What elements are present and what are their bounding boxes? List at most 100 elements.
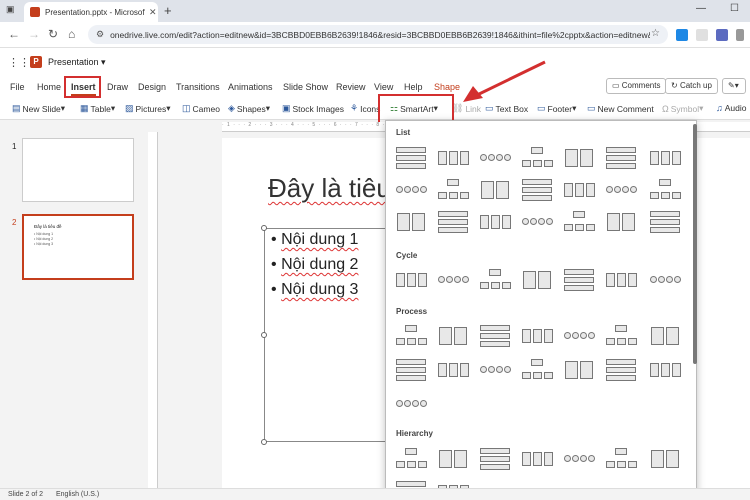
smartart-layout-option[interactable]	[520, 177, 554, 203]
audio-button[interactable]: ♫ Audio	[716, 103, 747, 113]
document-title[interactable]: Presentation ▾	[48, 57, 106, 68]
smartart-layout-option[interactable]	[478, 323, 512, 349]
slide-thumbnail-2[interactable]: Đây là tiêu đề • Nội dung 1 • Nội dung 2…	[22, 214, 134, 280]
extension-shield-icon[interactable]	[716, 29, 728, 41]
new-tab-button[interactable]: +	[164, 3, 172, 18]
minimize-button[interactable]: —	[696, 3, 706, 14]
tab-slide-show[interactable]: Slide Show	[283, 82, 328, 92]
smartart-layout-option[interactable]	[648, 323, 682, 349]
smartart-layout-option[interactable]	[520, 323, 554, 349]
smartart-layout-option[interactable]	[604, 177, 638, 203]
smartart-layout-option[interactable]	[436, 209, 470, 235]
smartart-layout-option[interactable]	[562, 446, 596, 472]
tab-transitions[interactable]: Transitions	[176, 82, 220, 92]
smartart-layout-option[interactable]	[436, 177, 470, 203]
extension-icon[interactable]	[696, 29, 708, 41]
smartart-layout-option[interactable]	[436, 323, 470, 349]
extension-more-icon[interactable]	[736, 29, 744, 41]
more-options-button[interactable]: ✎▾	[722, 78, 746, 94]
tab-close-icon[interactable]: ✕	[149, 7, 157, 18]
new-comment-button[interactable]: ▭ New Comment	[587, 103, 654, 114]
smartart-layout-option[interactable]	[394, 323, 428, 349]
bookmark-star-icon[interactable]: ☆	[651, 28, 660, 39]
smartart-layout-option[interactable]	[604, 145, 638, 171]
table-button[interactable]: ▦ Table ▾	[80, 103, 115, 114]
browser-tab[interactable]: Presentation.pptx - Microsoft P ✕	[24, 2, 158, 22]
smartart-layout-option[interactable]	[648, 145, 682, 171]
smartart-layout-option[interactable]	[394, 267, 428, 293]
bullet-item-2[interactable]: • Nội dung 2	[271, 256, 358, 274]
cameo-button[interactable]: ◫ Cameo	[182, 103, 220, 114]
smartart-layout-option[interactable]	[394, 391, 428, 417]
icons-button[interactable]: ⚘ Icons	[350, 103, 380, 114]
bullet-item-3[interactable]: • Nội dung 3	[271, 281, 358, 299]
tab-draw[interactable]: Draw	[107, 82, 128, 92]
tab-animations[interactable]: Animations	[228, 82, 273, 92]
smartart-layout-option[interactable]	[520, 357, 554, 383]
smartart-layout-option[interactable]	[478, 446, 512, 472]
smartart-layout-option[interactable]	[562, 145, 596, 171]
extension-download-icon[interactable]	[676, 29, 688, 41]
smartart-layout-option[interactable]	[394, 177, 428, 203]
tab-list-icon[interactable]: ▣	[6, 4, 15, 15]
smartart-layout-option[interactable]	[648, 357, 682, 383]
smartart-layout-option[interactable]	[562, 267, 596, 293]
maximize-button[interactable]: ☐	[730, 3, 739, 14]
smartart-layout-option[interactable]	[562, 357, 596, 383]
back-icon[interactable]: ←	[8, 27, 20, 41]
site-info-icon[interactable]: ⚙	[96, 29, 104, 40]
smartart-layout-option[interactable]	[604, 267, 638, 293]
smartart-layout-option[interactable]	[520, 145, 554, 171]
smartart-layout-option[interactable]	[520, 267, 554, 293]
reload-icon[interactable]: ↻	[48, 27, 58, 41]
new-slide-button[interactable]: ▤ New Slide ▾	[12, 103, 65, 114]
smartart-layout-option[interactable]	[520, 209, 554, 235]
bullet-item-1[interactable]: • Nội dung 1	[271, 231, 358, 249]
resize-handle[interactable]	[261, 225, 267, 231]
smartart-layout-option[interactable]	[648, 446, 682, 472]
tab-home[interactable]: Home	[37, 82, 61, 92]
smartart-layout-option[interactable]	[478, 357, 512, 383]
smartart-layout-option[interactable]	[562, 177, 596, 203]
slide-title[interactable]: Đây là tiêu	[268, 173, 391, 204]
stock-images-button[interactable]: ▣ Stock Images	[282, 103, 344, 114]
smartart-layout-option[interactable]	[394, 145, 428, 171]
catch-up-button[interactable]: ↻ Catch up	[665, 78, 718, 94]
tab-file[interactable]: File	[10, 82, 25, 92]
symbol-button[interactable]: Ω Symbol ▾	[662, 103, 703, 114]
smartart-layout-option[interactable]	[562, 323, 596, 349]
smartart-layout-option[interactable]	[394, 357, 428, 383]
smartart-layout-option[interactable]	[604, 323, 638, 349]
smartart-layout-option[interactable]	[604, 446, 638, 472]
smartart-layout-option[interactable]	[436, 357, 470, 383]
tab-review[interactable]: Review	[336, 82, 366, 92]
smartart-layout-option[interactable]	[436, 446, 470, 472]
gallery-scrollbar[interactable]	[693, 124, 697, 364]
smartart-layout-option[interactable]	[394, 446, 428, 472]
language-status[interactable]: English (U.S.)	[56, 491, 99, 498]
tab-design[interactable]: Design	[138, 82, 166, 92]
smartart-layout-option[interactable]	[478, 267, 512, 293]
smartart-layout-option[interactable]	[648, 177, 682, 203]
comments-button[interactable]: ▭ Comments	[606, 78, 667, 94]
tab-view[interactable]: View	[374, 82, 393, 92]
smartart-layout-option[interactable]	[436, 145, 470, 171]
shapes-button[interactable]: ◈ Shapes ▾	[228, 103, 270, 114]
smartart-layout-option[interactable]	[520, 446, 554, 472]
smartart-layout-option[interactable]	[648, 209, 682, 235]
pictures-button[interactable]: ▨ Pictures ▾	[125, 103, 171, 114]
smartart-layout-option[interactable]	[604, 357, 638, 383]
resize-handle[interactable]	[261, 332, 267, 338]
slide-thumbnail-1[interactable]	[22, 138, 134, 202]
smartart-layout-option[interactable]	[436, 267, 470, 293]
resize-handle[interactable]	[261, 439, 267, 445]
smartart-layout-option[interactable]	[478, 177, 512, 203]
forward-icon[interactable]: →	[28, 27, 40, 41]
smartart-layout-option[interactable]	[604, 209, 638, 235]
smartart-layout-option[interactable]	[478, 145, 512, 171]
smartart-layout-option[interactable]	[648, 267, 682, 293]
tab-help[interactable]: Help	[404, 82, 423, 92]
smartart-layout-option[interactable]	[562, 209, 596, 235]
smartart-layout-option[interactable]	[478, 209, 512, 235]
home-icon[interactable]: ⌂	[68, 27, 75, 41]
